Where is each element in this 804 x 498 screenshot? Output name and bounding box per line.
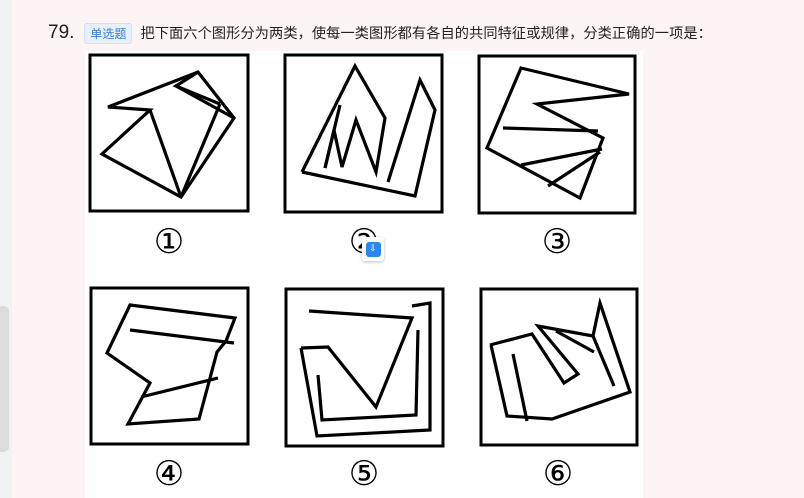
figure-2-box — [283, 53, 444, 214]
figure-label-3: ③ — [541, 222, 573, 262]
figure-5-box — [284, 287, 445, 448]
figure-4-box — [89, 286, 250, 446]
question-number: 79. — [48, 22, 75, 43]
figure-label-4: ④ — [153, 454, 185, 494]
download-arrow-icon: ⇩ — [365, 241, 381, 257]
figure-label-6: ⑥ — [542, 454, 574, 494]
figure-3-box — [477, 54, 637, 215]
figure-image — [85, 51, 643, 498]
question-stem: 把下面六个图形分为两类，使每一类图形都有各自的共同特征或规律，分类正确的一项是： — [140, 26, 712, 42]
download-app-icon[interactable]: ⇩ — [362, 237, 384, 261]
figure-label-5: ⑤ — [348, 454, 380, 494]
question-type-badge: 单选题 — [84, 22, 133, 44]
figure-1-box — [88, 53, 250, 213]
figure-label-1: ① — [153, 222, 185, 262]
figure-6-box — [479, 287, 639, 447]
scrollbar-thumb[interactable] — [0, 306, 9, 452]
question-header: 79. 单选题 把下面六个图形分为两类，使每一类图形都有各自的共同特征或规律，分… — [48, 20, 712, 46]
